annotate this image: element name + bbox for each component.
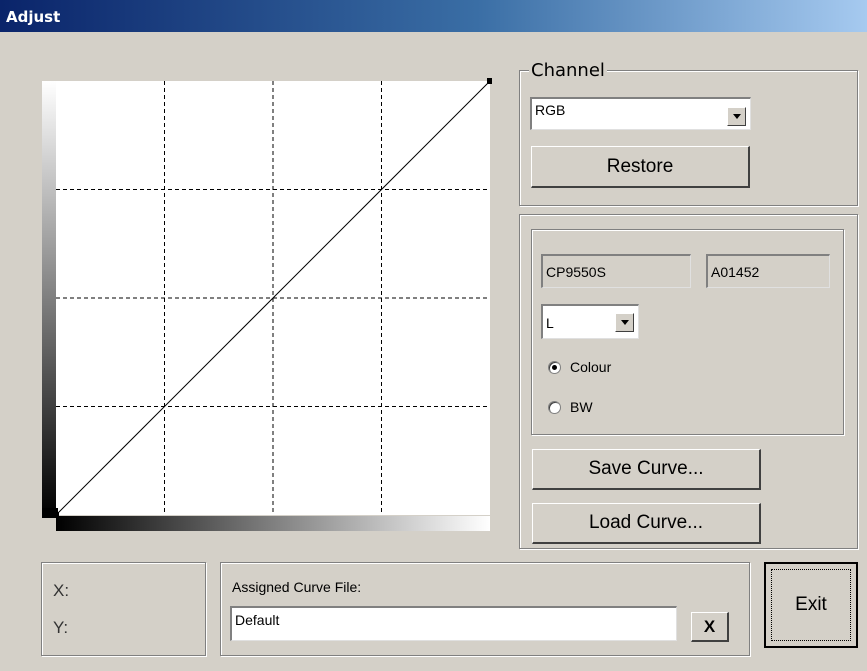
mode-select[interactable]: L [541, 304, 639, 339]
assigned-curve-label: Assigned Curve File: [232, 579, 362, 595]
restore-button[interactable]: Restore [531, 146, 750, 188]
chevron-down-icon[interactable] [615, 313, 634, 332]
curve-graph[interactable] [40, 78, 492, 533]
bw-radio-row[interactable]: BW [548, 398, 668, 418]
curve-editor[interactable] [40, 78, 492, 533]
clear-curve-button[interactable]: X [691, 612, 729, 642]
printer-serial-field: A01452 [706, 254, 830, 288]
bw-radio-label: BW [570, 399, 593, 415]
printer-model-field: CP9550S [541, 254, 691, 288]
output-gradient-bar [42, 81, 58, 515]
curve-endpoint-handle [487, 78, 492, 84]
window-title: Adjust [6, 8, 61, 26]
load-curve-button[interactable]: Load Curve... [532, 503, 761, 544]
title-bar[interactable]: Adjust [0, 0, 867, 32]
channel-group-label: Channel [529, 60, 607, 81]
colour-radio[interactable] [548, 361, 561, 374]
save-curve-button[interactable]: Save Curve... [532, 449, 761, 490]
assigned-curve-field: Default [230, 606, 677, 641]
exit-button-label: Exit [795, 594, 827, 615]
x-coordinate-label: X: [53, 581, 70, 600]
exit-button[interactable]: Exit [764, 562, 858, 648]
coordinates-box [41, 562, 206, 656]
curve-startpoint-handle [53, 512, 59, 518]
chevron-down-icon[interactable] [727, 107, 746, 126]
mode-select-value: L [546, 315, 554, 331]
colour-radio-label: Colour [570, 359, 612, 375]
channel-select[interactable]: RGB [530, 97, 751, 130]
colour-radio-row[interactable]: Colour [548, 358, 668, 378]
bw-radio[interactable] [548, 401, 561, 414]
channel-select-value: RGB [535, 102, 566, 118]
y-coordinate-label: Y: [53, 618, 69, 637]
input-gradient-bar [56, 516, 490, 531]
